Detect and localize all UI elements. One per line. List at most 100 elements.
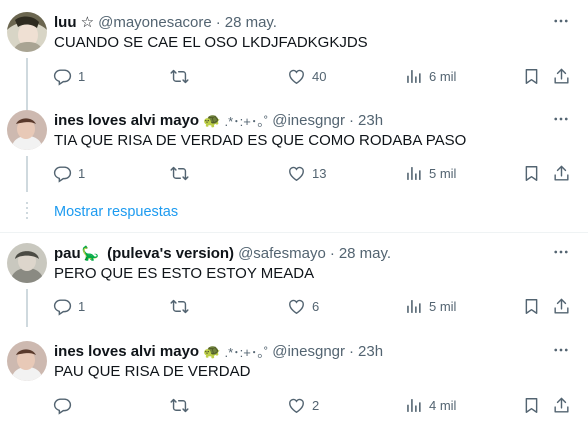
- reply-icon: [53, 164, 72, 183]
- bookmark-icon: [522, 297, 541, 316]
- reply-icon: [53, 396, 72, 415]
- retweet-button[interactable]: [170, 162, 195, 184]
- tweet-4[interactable]: ines loves alvi mayo 🐢 .*･:+･｡˚ @inesgng…: [0, 341, 588, 421]
- like-count: 2: [312, 397, 320, 413]
- display-name[interactable]: ines loves alvi mayo: [54, 343, 199, 360]
- display-name[interactable]: ines loves alvi mayo: [54, 112, 199, 129]
- display-name[interactable]: pau: [54, 245, 81, 262]
- retweet-icon: [170, 67, 189, 86]
- bookmark-icon: [522, 67, 541, 86]
- turtle-emoji: 🐢: [203, 342, 221, 359]
- timestamp[interactable]: 23h: [358, 343, 383, 360]
- like-button[interactable]: 6: [287, 295, 319, 317]
- bookmark-button[interactable]: [522, 65, 541, 87]
- more-icon[interactable]: [552, 14, 570, 30]
- views-count: 6 mil: [429, 68, 457, 84]
- tweet-actions: 2 4 mil: [0, 394, 588, 416]
- tweet-text: TIA QUE RISA DE VERDAD ES QUE COMO RODAB…: [54, 132, 467, 149]
- share-button[interactable]: [552, 295, 571, 317]
- avatar[interactable]: [7, 110, 47, 150]
- user-handle[interactable]: @mayonesacore: [98, 14, 212, 31]
- reply-button[interactable]: 1: [53, 295, 85, 317]
- timestamp[interactable]: 28 may.: [225, 14, 277, 31]
- retweet-button[interactable]: [170, 295, 195, 317]
- more-icon[interactable]: [552, 343, 570, 359]
- reply-icon: [53, 67, 72, 86]
- tweet-header: pau 🦕 (puleva's version) @safesmayo · 28…: [54, 243, 391, 263]
- share-button[interactable]: [552, 65, 571, 87]
- bookmark-icon: [522, 164, 541, 183]
- sparkle-text: .*･:+･｡˚: [224, 113, 269, 129]
- user-handle[interactable]: @inesgngr: [272, 112, 345, 129]
- views-button[interactable]: 6 mil: [404, 65, 456, 87]
- like-count: 6: [312, 298, 320, 314]
- retweet-button[interactable]: [170, 65, 195, 87]
- display-name-suffix[interactable]: (puleva's version): [107, 245, 234, 262]
- bookmark-button[interactable]: [522, 394, 541, 416]
- sparkle-text: .*･:+･｡˚: [224, 344, 269, 360]
- avatar[interactable]: [7, 341, 47, 381]
- retweet-icon: [170, 164, 189, 183]
- more-icon[interactable]: [552, 112, 570, 128]
- user-handle[interactable]: @inesgngr: [272, 343, 345, 360]
- tweet-header: ines loves alvi mayo 🐢 .*･:+･｡˚ @inesgng…: [54, 341, 383, 361]
- views-count: 5 mil: [429, 298, 457, 314]
- tweet-header: luu ☆ @mayonesacore · 28 may.: [54, 12, 277, 32]
- separator: ·: [349, 111, 355, 129]
- like-button[interactable]: 13: [287, 162, 326, 184]
- tweet-actions: 1 13 5 mil: [0, 162, 588, 184]
- reply-count: 1: [78, 165, 86, 181]
- retweet-icon: [170, 396, 189, 415]
- tweet-actions: 1 40 6 mil: [0, 65, 588, 87]
- retweet-button[interactable]: [170, 394, 195, 416]
- like-icon: [287, 164, 306, 183]
- avatar[interactable]: [7, 12, 47, 52]
- reply-count: 1: [78, 298, 86, 314]
- separator: ·: [215, 13, 221, 31]
- timestamp[interactable]: 28 may.: [339, 245, 391, 262]
- more-icon[interactable]: [552, 245, 570, 261]
- tweet-1[interactable]: luu ☆ @mayonesacore · 28 may. CUANDO SE …: [0, 12, 588, 110]
- like-icon: [287, 67, 306, 86]
- share-icon: [552, 164, 571, 183]
- views-button[interactable]: 5 mil: [404, 162, 456, 184]
- reply-button[interactable]: 1: [53, 65, 85, 87]
- share-icon: [552, 67, 571, 86]
- tweet-text: PERO QUE ES ESTO ESTOY MEADA: [54, 265, 315, 282]
- like-button[interactable]: 2: [287, 394, 319, 416]
- divider: [0, 232, 588, 233]
- like-icon: [287, 297, 306, 316]
- share-icon: [552, 297, 571, 316]
- reply-count: 1: [78, 68, 86, 84]
- tweet-header: ines loves alvi mayo 🐢 .*･:+･｡˚ @inesgng…: [54, 110, 383, 130]
- views-icon: [404, 67, 423, 86]
- reply-button[interactable]: 1: [53, 162, 85, 184]
- views-icon: [404, 164, 423, 183]
- tweet-3[interactable]: pau 🦕 (puleva's version) @safesmayo · 28…: [0, 243, 588, 327]
- reply-button[interactable]: [53, 394, 78, 416]
- tweet-2[interactable]: ines loves alvi mayo 🐢 .*･:+･｡˚ @inesgng…: [0, 110, 588, 192]
- separator: ·: [329, 244, 335, 262]
- views-count: 5 mil: [429, 165, 457, 181]
- like-count: 13: [312, 165, 327, 181]
- views-button[interactable]: 5 mil: [404, 295, 456, 317]
- show-replies-link[interactable]: Mostrar respuestas: [54, 204, 178, 220]
- like-button[interactable]: 40: [287, 65, 326, 87]
- share-button[interactable]: [552, 394, 571, 416]
- views-icon: [404, 297, 423, 316]
- tweet-text: CUANDO SE CAE EL OSO LKDJFADKGKJDS: [54, 34, 368, 51]
- separator: ·: [349, 342, 355, 360]
- user-handle[interactable]: @safesmayo: [238, 245, 326, 262]
- bookmark-icon: [522, 396, 541, 415]
- display-name[interactable]: luu ☆: [54, 13, 94, 31]
- avatar[interactable]: [7, 243, 47, 283]
- like-icon: [287, 396, 306, 415]
- dinosaur-emoji: 🦕: [81, 244, 100, 261]
- tweet-actions: 1 6 5 mil: [0, 295, 588, 317]
- views-button[interactable]: 4 mil: [404, 394, 456, 416]
- bookmark-button[interactable]: [522, 295, 541, 317]
- timestamp[interactable]: 23h: [358, 112, 383, 129]
- views-count: 4 mil: [429, 397, 457, 413]
- bookmark-button[interactable]: [522, 162, 541, 184]
- share-button[interactable]: [552, 162, 571, 184]
